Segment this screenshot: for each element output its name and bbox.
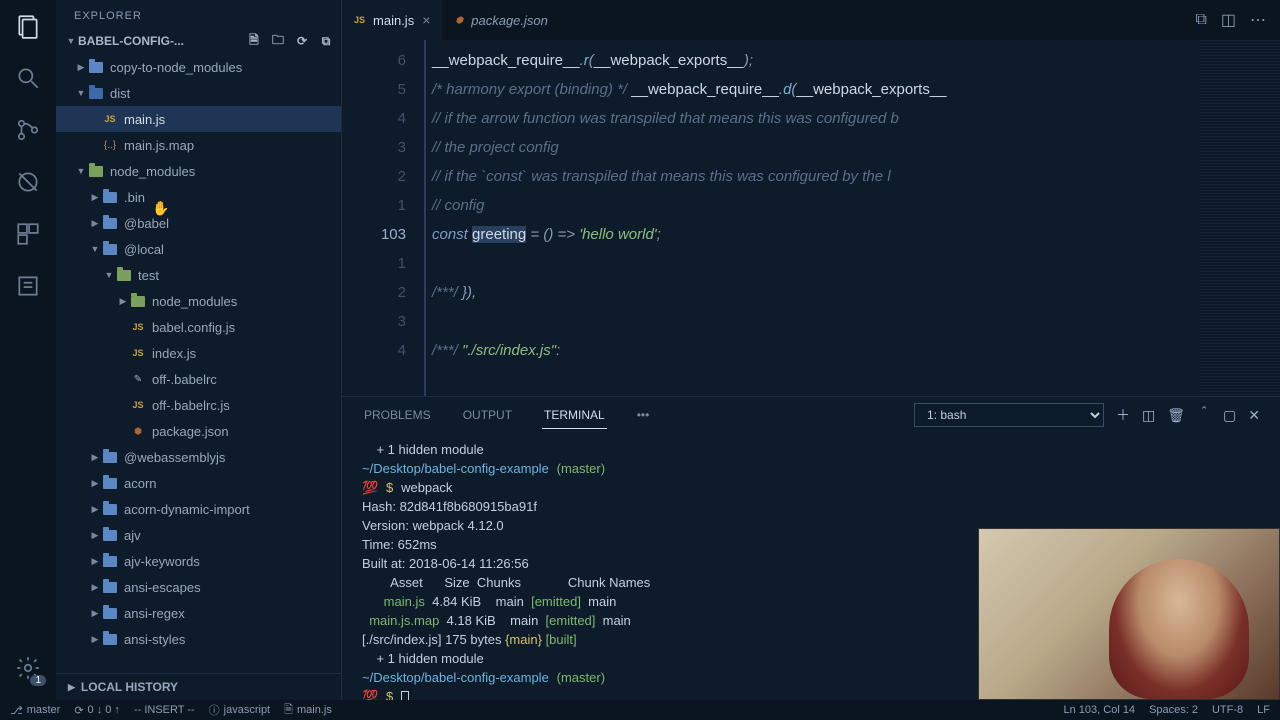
- tree-item-node-modules[interactable]: ▶node_modules: [56, 288, 341, 314]
- status-bar: ⎇ master ⟳ 0 ↓ 0 ↑ -- INSERT -- ⓘ javasc…: [0, 700, 1280, 720]
- tree-item-ajv[interactable]: ▶ajv: [56, 522, 341, 548]
- outline-icon[interactable]: [14, 272, 42, 300]
- tree-item-acorn[interactable]: ▶acorn: [56, 470, 341, 496]
- collapse-icon[interactable]: ⧉: [317, 32, 335, 50]
- folder-icon: [102, 528, 118, 542]
- tree-item--babel[interactable]: ▶@babel: [56, 210, 341, 236]
- folder-icon: [102, 476, 118, 490]
- settings-icon[interactable]: 1: [14, 654, 42, 682]
- json-icon: ⬢: [455, 15, 463, 26]
- folder-icon: [88, 60, 104, 74]
- tree-item-ansi-regex[interactable]: ▶ansi-regex: [56, 600, 341, 626]
- status-sync[interactable]: ⟳ 0 ↓ 0 ↑: [74, 704, 120, 717]
- folder-icon: [102, 216, 118, 230]
- extensions-icon[interactable]: [14, 220, 42, 248]
- tree-item--local[interactable]: ▼@local: [56, 236, 341, 262]
- tab-main-js[interactable]: JSmain.js×: [342, 0, 443, 40]
- close-icon[interactable]: ×: [422, 12, 430, 28]
- status-spaces[interactable]: Spaces: 2: [1149, 704, 1198, 716]
- folder-icon: [102, 502, 118, 516]
- status-file[interactable]: 🗎 main.js: [284, 701, 332, 720]
- new-file-icon[interactable]: 🗎: [245, 32, 263, 50]
- tree-item--webassemblyjs[interactable]: ▶@webassemblyjs: [56, 444, 341, 470]
- sidebar-section-local-history[interactable]: ▶LOCAL HISTORY: [56, 673, 341, 700]
- tree-item-main-js[interactable]: JSmain.js: [56, 106, 341, 132]
- tree-item-off-babelrc[interactable]: ✎off-.babelrc: [56, 366, 341, 392]
- tree-item-ajv-keywords[interactable]: ▶ajv-keywords: [56, 548, 341, 574]
- kill-terminal-icon[interactable]: 🗑: [1167, 407, 1185, 424]
- split-icon[interactable]: ◫: [1221, 10, 1236, 30]
- minimap[interactable]: [1200, 40, 1280, 396]
- folder-icon: [102, 606, 118, 620]
- folder-icon: [102, 450, 118, 464]
- folder-green-icon: [88, 164, 104, 178]
- folder-icon: [102, 242, 118, 256]
- folder-icon: [102, 190, 118, 204]
- tree-item-index-js[interactable]: JSindex.js: [56, 340, 341, 366]
- tree-item-copy-to-node-modules[interactable]: ▶copy-to-node_modules: [56, 54, 341, 80]
- tab-output[interactable]: OUTPUT: [461, 402, 514, 428]
- file-tree: ▶copy-to-node_modules▼distJSmain.js{..}m…: [56, 54, 341, 673]
- folder-icon: [102, 632, 118, 646]
- json-icon: ⬢: [130, 424, 146, 438]
- tab-terminal[interactable]: TERMINAL: [542, 402, 607, 429]
- folder-icon: [102, 580, 118, 594]
- js-icon: JS: [130, 320, 146, 334]
- terminal-select[interactable]: 1: bash: [914, 403, 1104, 427]
- settings-badge: 1: [30, 675, 46, 686]
- webcam-overlay: [978, 528, 1280, 700]
- source-control-icon[interactable]: [14, 116, 42, 144]
- chevron-up-icon[interactable]: ＾: [1197, 405, 1211, 425]
- folder-open-icon: [88, 86, 104, 100]
- new-folder-icon[interactable]: 🗀: [269, 32, 287, 50]
- js-icon: JS: [354, 15, 365, 25]
- code-area[interactable]: __webpack_require__.r(__webpack_exports_…: [424, 40, 1200, 396]
- folder-green-icon: [130, 294, 146, 308]
- new-terminal-icon[interactable]: ＋: [1116, 405, 1130, 425]
- tree-item-ansi-escapes[interactable]: ▶ansi-escapes: [56, 574, 341, 600]
- status-branch[interactable]: ⎇ master: [10, 704, 60, 717]
- maximize-panel-icon[interactable]: ▢: [1223, 407, 1236, 424]
- status-position[interactable]: Ln 103, Col 14: [1064, 704, 1136, 716]
- tree-item-off-babelrc-js[interactable]: JSoff-.babelrc.js: [56, 392, 341, 418]
- close-panel-icon[interactable]: ✕: [1248, 407, 1260, 424]
- tree-item-dist[interactable]: ▼dist: [56, 80, 341, 106]
- tab-package-json[interactable]: ⬢package.json: [443, 0, 560, 40]
- js-icon: JS: [130, 346, 146, 360]
- editor[interactable]: 6543211031234 __webpack_require__.r(__we…: [342, 40, 1280, 396]
- tree-item-babel-config-js[interactable]: JSbabel.config.js: [56, 314, 341, 340]
- tree-item-main-js-map[interactable]: {..}main.js.map: [56, 132, 341, 158]
- status-mode: -- INSERT --: [134, 704, 195, 716]
- map-icon: {..}: [102, 138, 118, 152]
- compare-icon[interactable]: ⧉: [1195, 11, 1206, 29]
- more-icon[interactable]: ⋯: [1250, 10, 1266, 30]
- explorer-icon[interactable]: [14, 12, 42, 40]
- tree-item-acorn-dynamic-import[interactable]: ▶acorn-dynamic-import: [56, 496, 341, 522]
- tab-more-icon[interactable]: •••: [635, 402, 652, 428]
- cfg-icon: ✎: [130, 372, 146, 386]
- search-icon[interactable]: [14, 64, 42, 92]
- split-terminal-icon[interactable]: ◫: [1142, 407, 1155, 424]
- js-icon: JS: [102, 112, 118, 126]
- tree-item-test[interactable]: ▼test: [56, 262, 341, 288]
- js-icon: JS: [130, 398, 146, 412]
- tree-item-ansi-styles[interactable]: ▶ansi-styles: [56, 626, 341, 652]
- line-gutter: 6543211031234: [342, 40, 424, 396]
- activity-bar: 1: [0, 0, 56, 700]
- editor-tabs: JSmain.js×⬢package.json ⧉ ◫ ⋯: [342, 0, 1280, 40]
- tab-problems[interactable]: PROBLEMS: [362, 402, 433, 428]
- sidebar-project-header[interactable]: ▼ BABEL-CONFIG-... 🗎 🗀 ⟳ ⧉: [56, 28, 341, 54]
- status-eol[interactable]: LF: [1257, 704, 1270, 716]
- sidebar-title: EXPLORER: [56, 0, 341, 28]
- status-encoding[interactable]: UTF-8: [1212, 704, 1243, 716]
- refresh-icon[interactable]: ⟳: [293, 32, 311, 50]
- folder-green-icon: [116, 268, 132, 282]
- tree-item-package-json[interactable]: ⬢package.json: [56, 418, 341, 444]
- tree-item-node-modules[interactable]: ▼node_modules: [56, 158, 341, 184]
- tree-item--bin[interactable]: ▶.bin: [56, 184, 341, 210]
- debug-icon[interactable]: [14, 168, 42, 196]
- folder-icon: [102, 554, 118, 568]
- sidebar: EXPLORER ▼ BABEL-CONFIG-... 🗎 🗀 ⟳ ⧉ ▶cop…: [56, 0, 342, 700]
- status-lang[interactable]: ⓘ javascript: [209, 702, 270, 718]
